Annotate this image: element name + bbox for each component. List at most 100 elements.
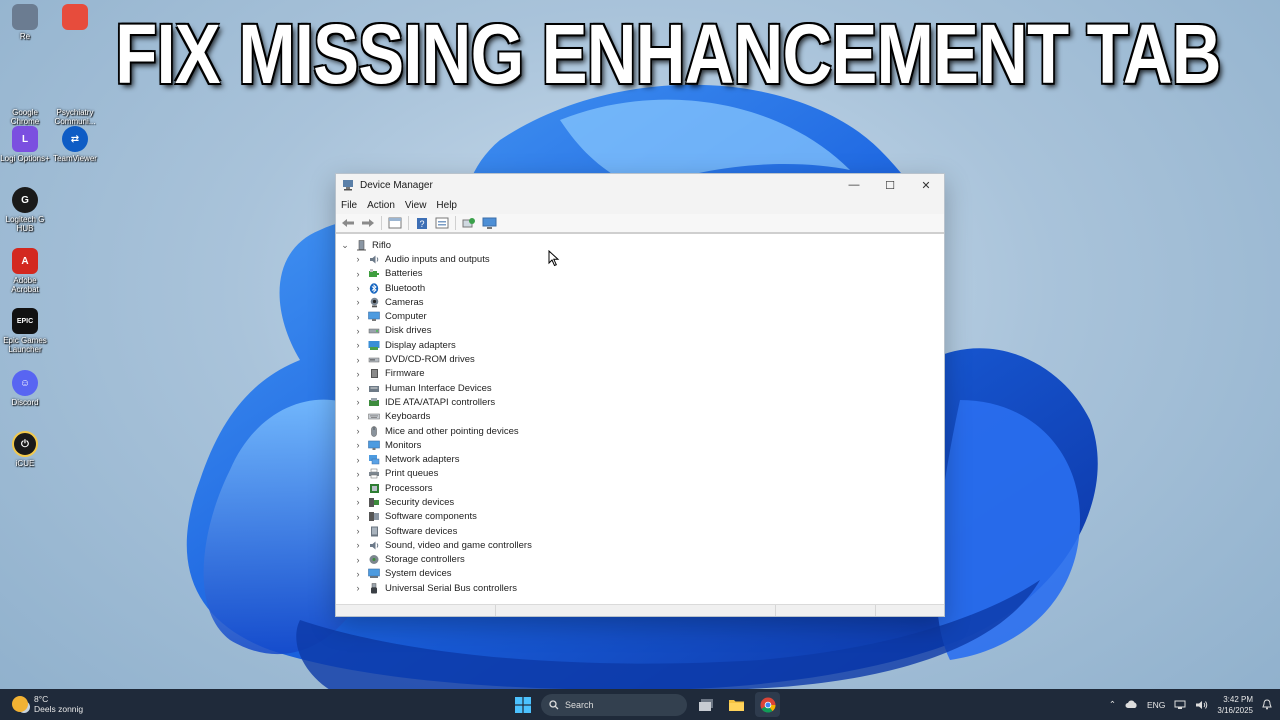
device-category-item[interactable]: › Mice and other pointing devices — [336, 424, 944, 438]
device-category-item[interactable]: › Processors — [336, 481, 944, 495]
chevron-right-icon[interactable]: › — [353, 455, 363, 465]
device-category-item[interactable]: › Security devices — [336, 495, 944, 509]
view-details-icon[interactable] — [434, 215, 450, 231]
menu-action[interactable]: Action — [364, 200, 402, 211]
desktop-icon-label: Epic Games Launcher — [3, 336, 47, 354]
desktop-icon-community[interactable]: Psychiatry Communi... — [50, 80, 100, 126]
chevron-right-icon[interactable]: › — [353, 326, 363, 336]
desktop-icon-label: Psychiatry Communi... — [54, 108, 96, 126]
menu-help[interactable]: Help — [433, 200, 464, 211]
desktop-icon-teamviewer[interactable]: ⇄ TeamViewer — [50, 126, 100, 163]
chevron-right-icon[interactable]: › — [353, 254, 363, 264]
device-category-item[interactable]: › Human Interface Devices — [336, 381, 944, 395]
desktop-icon-icue[interactable]: ⏻ iCUE — [0, 431, 50, 468]
forward-arrow-icon[interactable] — [360, 215, 376, 231]
chrome-icon — [12, 80, 38, 106]
device-category-item[interactable]: › Audio inputs and outputs — [336, 252, 944, 266]
chevron-right-icon[interactable]: › — [353, 426, 363, 436]
file-explorer-button[interactable] — [724, 692, 749, 717]
chevron-right-icon[interactable]: › — [353, 583, 363, 593]
volume-icon[interactable] — [1195, 700, 1208, 710]
update-driver-icon[interactable] — [481, 215, 497, 231]
desktop-icon-ghub[interactable]: G Logitech G HUB — [0, 187, 50, 233]
device-category-item[interactable]: › Monitors — [336, 438, 944, 452]
device-category-item[interactable]: › Keyboards — [336, 410, 944, 424]
device-category-item[interactable]: › Sound, video and game controllers — [336, 538, 944, 552]
desktop-icon-epic[interactable]: EPIC Epic Games Launcher — [0, 308, 50, 354]
chevron-right-icon[interactable]: › — [353, 283, 363, 293]
minimize-button[interactable]: — — [836, 174, 872, 196]
chevron-right-icon[interactable]: › — [353, 355, 363, 365]
device-category-item[interactable]: › Software components — [336, 510, 944, 524]
close-button[interactable]: ✕ — [908, 174, 944, 196]
task-view-button[interactable] — [693, 692, 718, 717]
chevron-right-icon[interactable]: › — [353, 526, 363, 536]
help-icon[interactable]: ? — [414, 215, 430, 231]
device-category-item[interactable]: › System devices — [336, 567, 944, 581]
chevron-right-icon[interactable]: › — [353, 440, 363, 450]
clock[interactable]: 3:42 PM 3/16/2025 — [1217, 694, 1253, 716]
weather-widget[interactable]: 8°C Deels zonnig — [12, 694, 83, 714]
desktop-icon-discord[interactable]: ☺ Discord — [0, 370, 50, 407]
device-category-item[interactable]: › Firmware — [336, 367, 944, 381]
chrome-taskbar-button[interactable] — [755, 692, 780, 717]
desktop-icon-recycle[interactable]: Re — [0, 4, 50, 41]
device-category-item[interactable]: › Network adapters — [336, 452, 944, 466]
device-category-item[interactable]: › Batteries — [336, 267, 944, 281]
start-button[interactable] — [510, 692, 535, 717]
weather-temp: 8°C — [34, 694, 49, 704]
chevron-right-icon[interactable]: › — [353, 383, 363, 393]
chevron-right-icon[interactable]: › — [353, 469, 363, 479]
taskbar: 8°C Deels zonnig Search ⌃ ENG 3:42 PM 3/… — [0, 689, 1280, 720]
chevron-right-icon[interactable]: › — [353, 540, 363, 550]
device-category-item[interactable]: › DVD/CD-ROM drives — [336, 352, 944, 366]
device-category-item[interactable]: › Software devices — [336, 524, 944, 538]
chevron-right-icon[interactable]: › — [353, 569, 363, 579]
chevron-right-icon[interactable]: › — [353, 340, 363, 350]
title-bar[interactable]: Device Manager — ☐ ✕ — [336, 174, 944, 196]
device-category-item[interactable]: › IDE ATA/ATAPI controllers — [336, 395, 944, 409]
taskbar-search[interactable]: Search — [541, 693, 687, 716]
desktop-icon-logi-options[interactable]: L Logi Options+ — [0, 126, 50, 163]
menu-view[interactable]: View — [402, 200, 434, 211]
device-category-item[interactable]: › Disk drives — [336, 324, 944, 338]
chevron-down-icon[interactable]: ⌄ — [340, 240, 350, 251]
chevron-right-icon[interactable]: › — [353, 412, 363, 422]
taskbar-center: Search — [510, 692, 780, 717]
device-category-item[interactable]: › Bluetooth — [336, 281, 944, 295]
chevron-right-icon[interactable]: › — [353, 312, 363, 322]
desktop-icon-label: TeamViewer — [53, 154, 97, 163]
epic-games-icon: EPIC — [12, 308, 38, 334]
desktop-icon-app[interactable] — [50, 4, 100, 32]
back-arrow-icon[interactable] — [340, 215, 356, 231]
language-indicator[interactable]: ENG — [1147, 700, 1165, 710]
cloud-icon[interactable] — [1125, 700, 1138, 709]
device-category-item[interactable]: › Storage controllers — [336, 553, 944, 567]
toolbar: ? — [336, 214, 944, 234]
maximize-button[interactable]: ☐ — [872, 174, 908, 196]
firmware-icon — [368, 368, 380, 379]
device-category-item[interactable]: › Cameras — [336, 295, 944, 309]
chevron-right-icon[interactable]: › — [353, 397, 363, 407]
device-category-item[interactable]: › Print queues — [336, 467, 944, 481]
chevron-right-icon[interactable]: › — [353, 483, 363, 493]
device-category-item[interactable]: › Universal Serial Bus controllers — [336, 581, 944, 595]
chevron-right-icon[interactable]: › — [353, 555, 363, 565]
scan-hardware-icon[interactable] — [461, 215, 477, 231]
menu-file[interactable]: File — [338, 200, 364, 211]
desktop-icon-acrobat[interactable]: A Adobe Acrobat — [0, 248, 50, 294]
chevron-right-icon[interactable]: › — [353, 297, 363, 307]
network-icon[interactable] — [1174, 700, 1186, 710]
chevron-right-icon[interactable]: › — [353, 497, 363, 507]
tree-root[interactable]: ⌄ Riflo — [336, 238, 944, 252]
desktop-icon-chrome[interactable]: Google Chrome — [0, 80, 50, 126]
chevron-right-icon[interactable]: › — [353, 269, 363, 279]
device-category-label: Print queues — [385, 468, 439, 480]
properties-icon[interactable] — [387, 215, 403, 231]
device-category-item[interactable]: › Display adapters — [336, 338, 944, 352]
chevron-right-icon[interactable]: › — [353, 512, 363, 522]
notification-bell-icon[interactable] — [1262, 699, 1272, 710]
device-category-item[interactable]: › Computer — [336, 309, 944, 323]
chevron-right-icon[interactable]: › — [353, 369, 363, 379]
chevron-up-icon[interactable]: ⌃ — [1109, 699, 1116, 710]
